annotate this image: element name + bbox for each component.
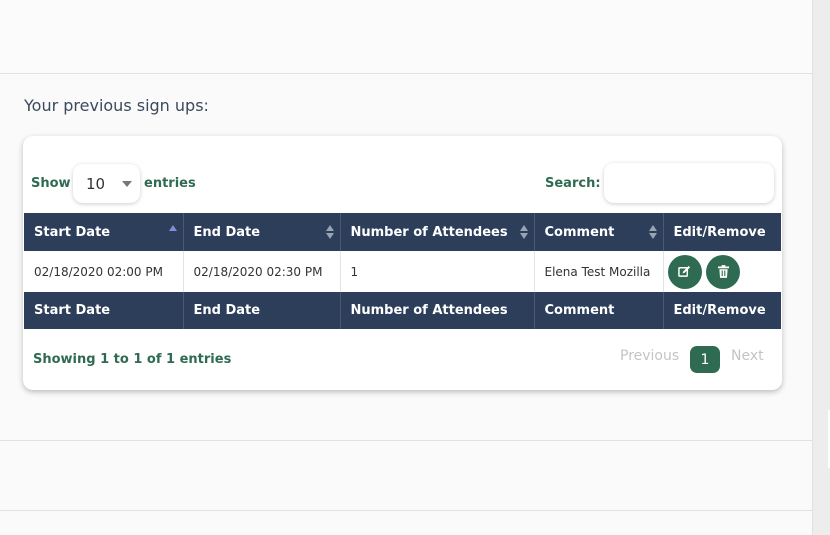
footer-edit-remove: Edit/Remove: [663, 292, 781, 329]
signups-table-card: Show 10 entries Search: Start Date End D…: [23, 136, 782, 390]
column-header-label: Edit/Remove: [673, 224, 766, 240]
column-header-label: End Date: [193, 224, 261, 240]
cell-comment: Elena Test Mozilla: [534, 251, 664, 292]
column-header-edit-remove: Edit/Remove: [663, 213, 781, 251]
page: Your previous sign ups: Show 10 entries …: [0, 0, 812, 535]
sort-icon: [519, 225, 528, 239]
table-row: 02/18/2020 02:00 PM 02/18/2020 02:30 PM …: [24, 251, 781, 292]
footer-attendees: Number of Attendees: [340, 292, 535, 329]
chevron-down-icon: [122, 181, 132, 187]
sort-ascending-icon: [168, 225, 177, 231]
cell-attendees: 1: [340, 251, 535, 292]
delete-button[interactable]: [706, 254, 741, 289]
top-band: [0, 0, 812, 74]
edit-icon: [678, 265, 691, 277]
entries-per-page-value: 10: [86, 174, 106, 193]
cell-end-date: 02/18/2020 02:30 PM: [183, 251, 341, 292]
column-header-end-date[interactable]: End Date: [183, 213, 341, 251]
column-header-label: Number of Attendees: [350, 224, 508, 240]
footer-start-date: Start Date: [24, 292, 184, 329]
column-header-comment[interactable]: Comment: [534, 213, 664, 251]
column-header-label: Start Date: [34, 224, 111, 240]
column-header-attendees[interactable]: Number of Attendees: [340, 213, 535, 251]
cell-start-date: 02/18/2020 02:00 PM: [24, 251, 184, 292]
footer-comment: Comment: [534, 292, 664, 329]
table-info: Showing 1 to 1 of 1 entries: [33, 352, 232, 367]
divider: [0, 440, 812, 441]
column-header-label: Comment: [544, 224, 615, 240]
entries-label: entries: [144, 176, 196, 191]
search-label: Search:: [545, 176, 601, 191]
sort-icon: [648, 225, 657, 239]
sort-icon: [325, 225, 334, 239]
column-header-start-date[interactable]: Start Date: [24, 213, 184, 251]
table-footer-row: Start Date End Date Number of Attendees …: [24, 292, 781, 329]
previous-page-button[interactable]: Previous: [620, 348, 679, 364]
page-scrollbar[interactable]: [812, 0, 830, 535]
divider: [0, 510, 812, 511]
next-page-button[interactable]: Next: [731, 348, 764, 364]
section-heading: Your previous sign ups:: [24, 96, 209, 115]
table-header-row: Start Date End Date Number of Attendees …: [24, 213, 781, 251]
search-input[interactable]: [604, 163, 774, 203]
edit-button[interactable]: [667, 254, 702, 289]
show-label: Show: [31, 176, 71, 191]
cell-actions: [663, 251, 781, 292]
entries-per-page-select[interactable]: 10: [73, 164, 140, 203]
signups-table: Start Date End Date Number of Attendees …: [24, 213, 781, 329]
trash-icon: [717, 265, 729, 278]
page-1-button[interactable]: 1: [690, 346, 720, 373]
footer-end-date: End Date: [183, 292, 341, 329]
